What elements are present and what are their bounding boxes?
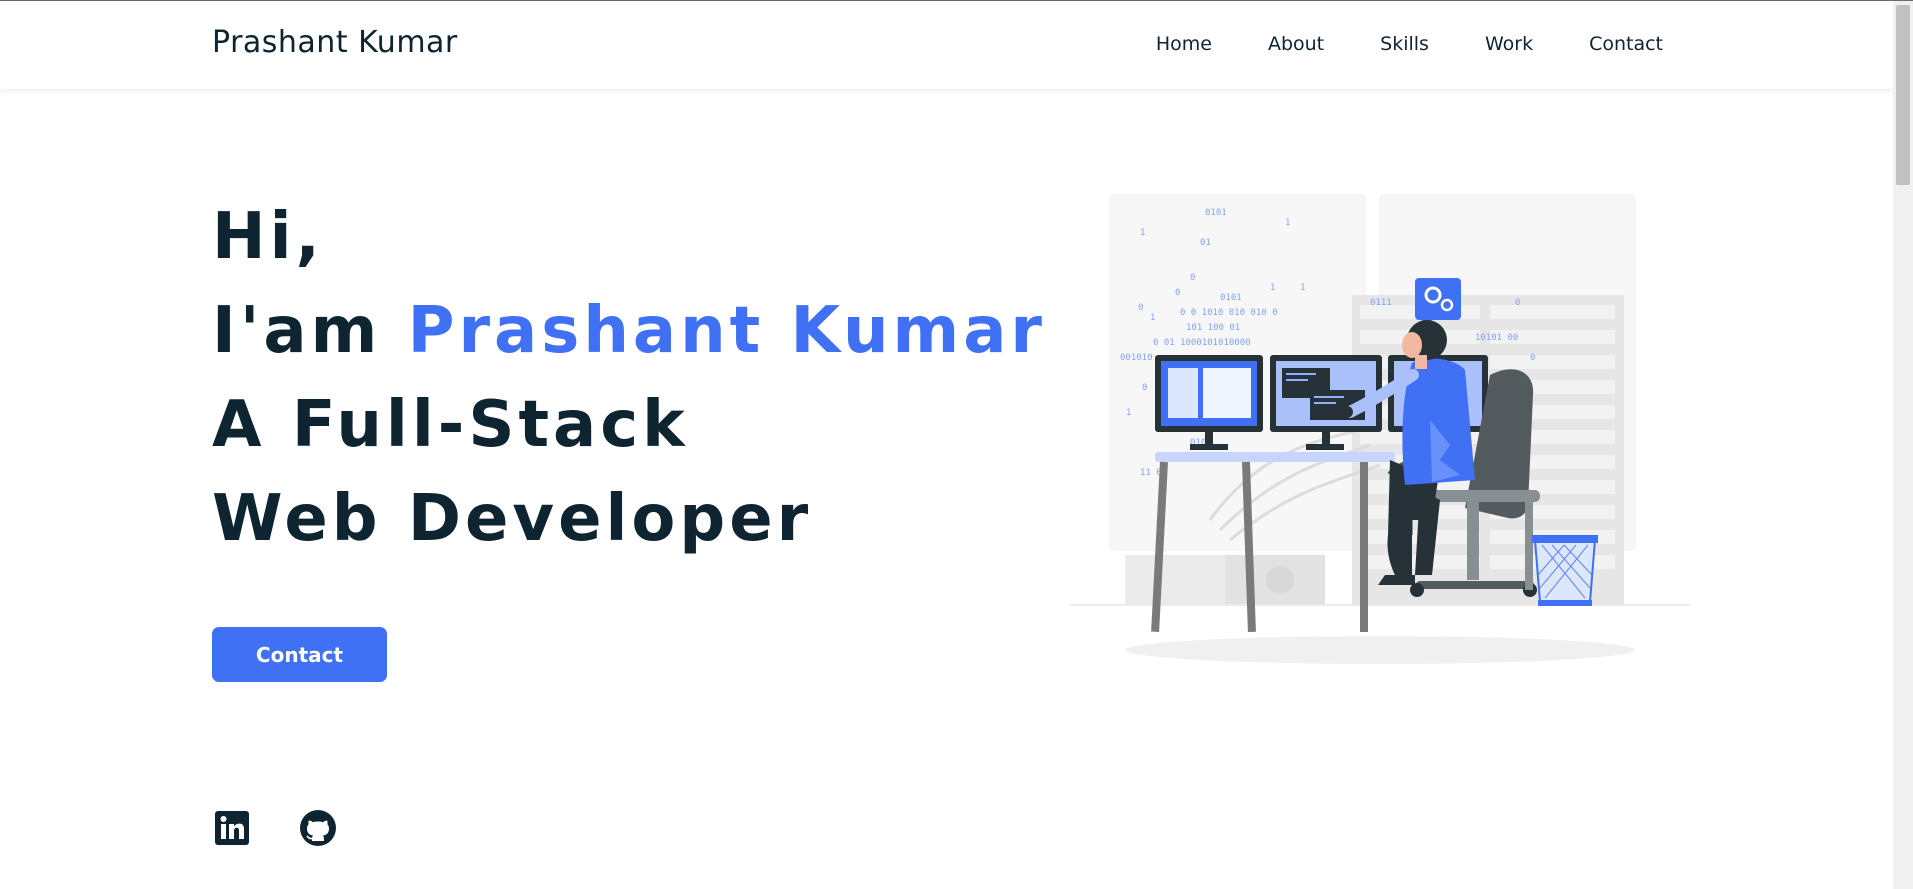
binary-text: 0 01 1000101010000 — [1153, 338, 1251, 348]
scrollbar-thumb[interactable] — [1896, 5, 1910, 185]
binary-text: 0 0 1010 010 010 0 — [1180, 308, 1278, 318]
binary-text: 1 — [1300, 283, 1305, 293]
hero-role-line2: Web Developer — [212, 482, 813, 556]
binary-text: 101 100 01 — [1186, 323, 1240, 333]
hero-name: Prashant Kumar — [407, 294, 1046, 368]
nav-work[interactable]: Work — [1485, 33, 1533, 55]
scrollbar[interactable] — [1893, 1, 1913, 889]
binary-text: 0111 — [1370, 298, 1392, 308]
binary-text: 0 — [1530, 353, 1535, 363]
binary-text: 0101 — [1220, 293, 1242, 303]
logo[interactable]: Prashant Kumar — [212, 25, 458, 60]
binary-text: 1 — [1126, 408, 1131, 418]
hero-intro-prefix: I'am — [212, 294, 382, 368]
hero-intro: I'am Prashant Kumar — [212, 284, 1046, 378]
developer-illustration: 0101 1 01 1 0 1 0 0 0101 1 1 0 0 1010 01… — [1070, 194, 1690, 664]
binary-text: 1 — [1150, 313, 1155, 323]
binary-text: 1 — [1270, 283, 1275, 293]
binary-text: 0 — [1175, 288, 1180, 298]
binary-text: 10101 00 — [1475, 333, 1518, 343]
binary-text: 0 — [1142, 383, 1147, 393]
main-nav: Home About Skills Work Contact — [1156, 33, 1663, 55]
linkedin-icon[interactable] — [212, 808, 252, 848]
hero-title: Hi, I'am Prashant Kumar A Full-Stack Web… — [212, 190, 1046, 566]
hero-greeting: Hi, — [212, 200, 324, 274]
binary-text: 001010 — [1120, 353, 1153, 363]
binary-text: 1 — [1140, 228, 1145, 238]
nav-about[interactable]: About — [1268, 33, 1324, 55]
social-links — [212, 808, 338, 848]
binary-text: 1 — [1285, 218, 1290, 228]
nav-skills[interactable]: Skills — [1380, 33, 1429, 55]
binary-text: 0 — [1515, 298, 1520, 308]
contact-button[interactable]: Contact — [212, 627, 387, 682]
nav-home[interactable]: Home — [1156, 33, 1212, 55]
binary-text: 01 — [1200, 238, 1211, 248]
binary-text: 0101 — [1205, 208, 1227, 218]
site-header: Prashant Kumar Home About Skills Work Co… — [0, 1, 1893, 89]
binary-text: 0 — [1138, 303, 1143, 313]
binary-text: 0 — [1190, 273, 1195, 283]
github-icon[interactable] — [298, 808, 338, 848]
hero-role-line1: A Full-Stack — [212, 388, 689, 462]
nav-contact[interactable]: Contact — [1589, 33, 1663, 55]
